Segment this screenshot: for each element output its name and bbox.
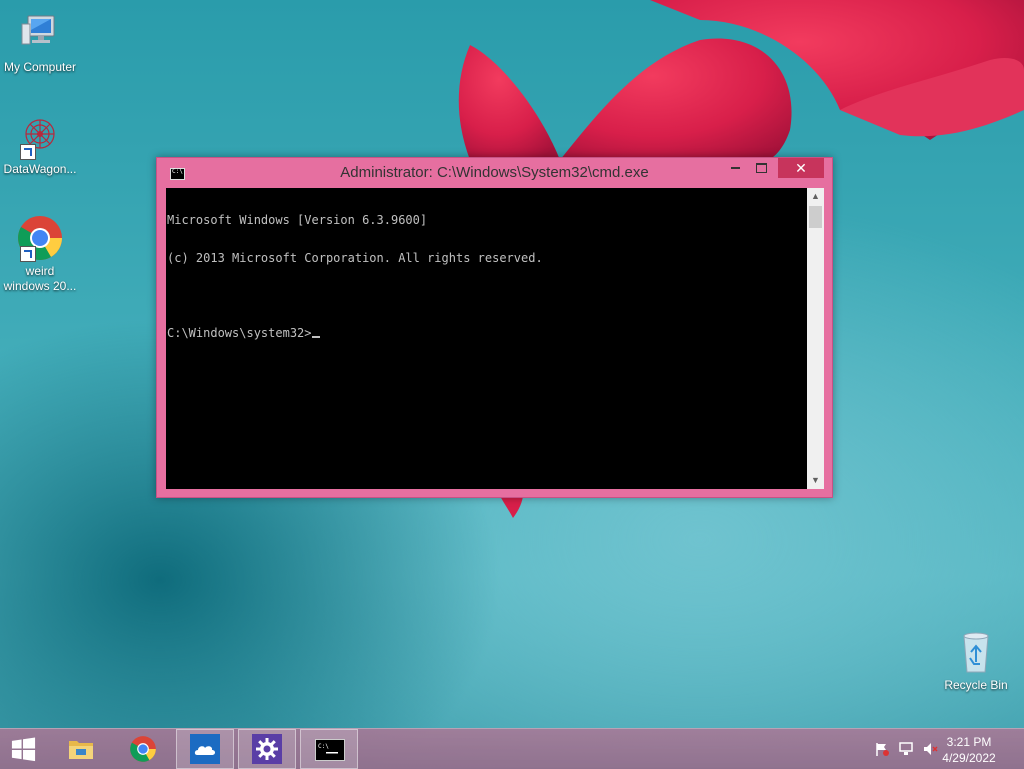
minimize-button[interactable] (722, 158, 748, 178)
desktop-icon-label: Recycle Bin (944, 678, 1008, 692)
console-output[interactable]: Microsoft Windows [Version 6.3.9600] (c)… (166, 188, 807, 489)
text-cursor (311, 336, 320, 338)
desktop-icon-datawagon[interactable]: DataWagon... (0, 112, 80, 177)
chrome-icon (16, 214, 64, 262)
shortcut-arrow-icon (20, 144, 36, 160)
taskbar-clock[interactable]: 3:21 PM 4/29/2022 (934, 734, 1004, 766)
cloud-icon (190, 734, 220, 764)
flag-icon[interactable] (874, 741, 890, 757)
cmd-icon: C:\ (315, 739, 345, 761)
desktop-icon-weird-windows[interactable]: weird windows 20... (0, 214, 80, 294)
scroll-up-arrow-icon[interactable]: ▲ (807, 188, 824, 205)
title-bar[interactable]: Administrator: C:\Windows\System32\cmd.e… (157, 158, 832, 188)
recycle-bin-icon (952, 628, 1000, 676)
chrome-icon (130, 736, 156, 762)
close-icon: ✕ (795, 160, 807, 176)
cmd-window[interactable]: Administrator: C:\Windows\System32\cmd.e… (156, 157, 833, 498)
vertical-scrollbar[interactable]: ▲ ▼ (807, 188, 824, 489)
taskbar-settings[interactable] (238, 729, 296, 769)
desktop-icon-label: My Computer (3, 60, 77, 74)
scrollbar-thumb[interactable] (809, 206, 822, 228)
clock-date: 4/29/2022 (942, 751, 996, 765)
start-button[interactable] (0, 729, 58, 769)
desktop-icon-label-line1: weird (25, 264, 55, 278)
console-line: (c) 2013 Microsoft Corporation. All righ… (167, 250, 543, 265)
close-button[interactable]: ✕ (778, 158, 824, 178)
taskbar-cmd[interactable]: C:\ (300, 729, 358, 769)
desktop-icon-label: DataWagon... (3, 162, 77, 176)
maximize-button[interactable] (748, 158, 774, 178)
svg-text:C:\: C:\ (318, 743, 329, 750)
windows-start-icon (11, 737, 36, 762)
console-prompt-line[interactable]: C:\Windows\system32> (167, 325, 807, 340)
clock-time: 3:21 PM (946, 735, 992, 749)
shortcut-arrow-icon (20, 246, 36, 262)
taskbar-onedrive[interactable] (176, 729, 234, 769)
system-tray (870, 729, 940, 769)
desktop-icon-label-line2: windows 20... (3, 279, 77, 293)
maximize-icon (755, 163, 767, 173)
folder-icon (69, 741, 93, 759)
gear-icon (252, 734, 282, 764)
console-line: Microsoft Windows [Version 6.3.9600] (167, 213, 428, 227)
network-icon[interactable] (898, 741, 914, 757)
console-prompt: C:\Windows\system32> (167, 325, 312, 340)
datawagon-icon (16, 112, 64, 160)
taskbar-file-explorer[interactable] (52, 729, 110, 769)
taskbar: C:\ 3:21 PM 4/29/2022 (0, 728, 1024, 769)
computer-icon (16, 10, 64, 58)
scroll-down-arrow-icon[interactable]: ▼ (807, 472, 824, 489)
minimize-icon (730, 167, 740, 169)
taskbar-chrome[interactable] (114, 729, 172, 769)
desktop-icon-my-computer[interactable]: My Computer (0, 10, 80, 75)
desktop-icon-recycle-bin[interactable]: Recycle Bin (936, 628, 1016, 693)
